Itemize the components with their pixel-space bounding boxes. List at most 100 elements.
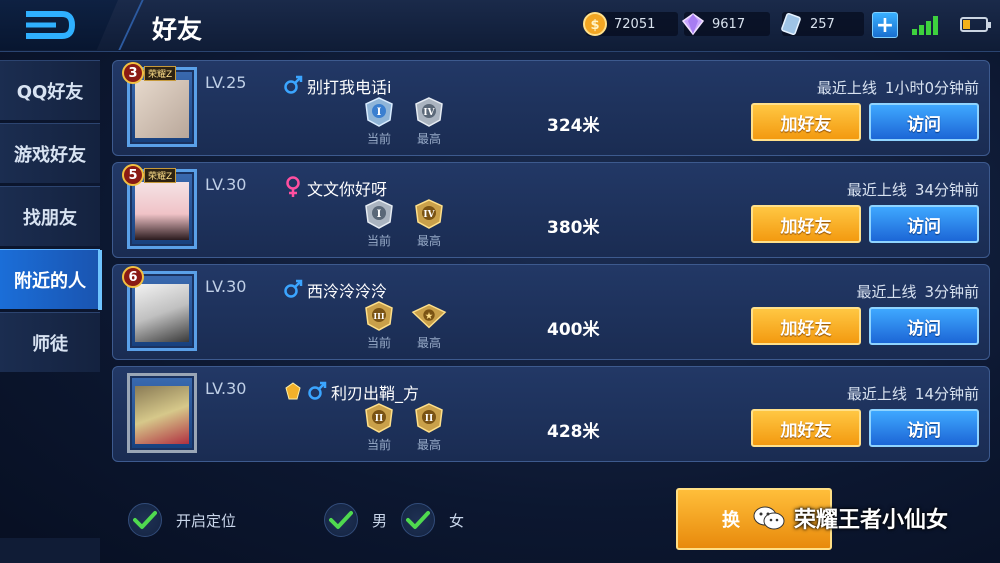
- sidebar-item-game-friends[interactable]: 游戏好友: [0, 123, 100, 183]
- visit-button[interactable]: 访问: [869, 307, 979, 345]
- tier-highest: ★ 最高: [411, 299, 447, 351]
- svg-text:$: $: [590, 18, 599, 33]
- player-level: LV.30: [205, 175, 247, 194]
- tier-current-icon: I: [361, 95, 397, 129]
- rank-badge: 6: [122, 266, 144, 288]
- player-level: LV.30: [205, 379, 247, 398]
- avatar[interactable]: 5 荣耀Z: [122, 164, 197, 249]
- male-checkbox[interactable]: [324, 503, 359, 537]
- player-card: LV.30 利刃出鞘_方 II 当前 II 最高 428米 最近上线 14分钟前…: [112, 366, 990, 462]
- tier-current-label: 当前: [366, 132, 391, 146]
- player-card: 6 LV.30 西泠泠泠泠 III 当前 ★ 最高 400米 最近上线 3分钟前…: [112, 264, 990, 360]
- last-online: 最近上线 14分钟前: [847, 383, 979, 404]
- gold-amount: 72051: [614, 16, 656, 32]
- visit-button[interactable]: 访问: [869, 103, 979, 141]
- rank-tiers: I 当前 IV 最高: [361, 197, 447, 249]
- last-online-value: 34分钟前: [914, 181, 979, 199]
- tier-highest-label: 最高: [416, 336, 441, 350]
- sidebar-item-nearby[interactable]: 附近的人: [0, 249, 102, 310]
- diamond-counter: 9617: [681, 12, 770, 36]
- visit-button[interactable]: 访问: [869, 409, 979, 447]
- frame-tag: 荣耀Z: [144, 66, 177, 81]
- last-online-value: 1小时0分钟前: [884, 79, 979, 97]
- vip-icon: [283, 381, 303, 401]
- player-level: LV.25: [205, 73, 247, 92]
- tier-current: II 当前: [361, 401, 397, 453]
- add-friend-button[interactable]: 加好友: [751, 307, 861, 345]
- top-bar: 好友 $ 72051 9617 257 +: [0, 0, 1000, 52]
- last-online: 最近上线 34分钟前: [847, 179, 979, 200]
- male-icon: [283, 279, 303, 299]
- ticket-icon: [781, 12, 801, 36]
- battery-icon: [960, 17, 991, 32]
- ticket-counter: 257: [781, 12, 864, 36]
- sidebar: QQ好友 游戏好友 找朋友 附近的人 师徒: [0, 60, 102, 563]
- last-online-label: 最近上线: [856, 283, 917, 301]
- tier-highest-icon: IV: [411, 197, 447, 231]
- svg-text:I: I: [377, 107, 382, 118]
- add-friend-button[interactable]: 加好友: [751, 205, 861, 243]
- tier-highest: IV 最高: [411, 95, 447, 147]
- filter-bar: 开启定位 男 女: [128, 502, 464, 538]
- avatar[interactable]: 3 荣耀Z: [122, 62, 197, 147]
- last-online-label: 最近上线: [846, 181, 907, 199]
- rank-tiers: III 当前 ★ 最高: [361, 299, 447, 351]
- sidebar-item-find-friends[interactable]: 找朋友: [0, 186, 100, 246]
- female-checkbox[interactable]: [401, 503, 436, 537]
- avatar[interactable]: [127, 373, 197, 453]
- svg-text:III: III: [373, 311, 384, 321]
- gold-counter: $ 72051: [583, 12, 678, 36]
- sidebar-footer: [0, 538, 100, 563]
- checkmark-icon: [133, 511, 157, 529]
- tier-current-icon: I: [361, 197, 397, 231]
- last-online-label: 最近上线: [816, 79, 877, 97]
- avatar-image: [135, 284, 189, 342]
- last-online-label: 最近上线: [846, 385, 907, 403]
- male-label: 男: [372, 511, 388, 530]
- male-icon: [283, 75, 303, 95]
- tier-highest-label: 最高: [416, 438, 441, 452]
- last-online-value: 3分钟前: [924, 283, 979, 301]
- last-online: 最近上线 3分钟前: [856, 281, 979, 302]
- sidebar-item-qq-friends[interactable]: QQ好友: [0, 60, 100, 120]
- back-arrow-icon: [26, 11, 75, 39]
- svg-text:I: I: [377, 209, 382, 220]
- player-card: 5 荣耀Z LV.30 文文你好呀 I 当前 IV 最高 380米 最近上线 3…: [112, 162, 990, 258]
- visit-button[interactable]: 访问: [869, 205, 979, 243]
- signal-icon: [912, 15, 938, 35]
- checkmark-icon: [329, 511, 354, 529]
- tier-highest: II 最高: [411, 401, 447, 453]
- male-icon: [307, 381, 327, 401]
- wechat-icon: [753, 506, 785, 530]
- location-label: 开启定位: [176, 511, 237, 530]
- location-checkbox[interactable]: [128, 503, 162, 537]
- female-icon: [283, 176, 303, 197]
- player-level: LV.30: [205, 277, 247, 296]
- checkmark-icon: [406, 511, 431, 529]
- add-friend-button[interactable]: 加好友: [751, 103, 861, 141]
- avatar-image: [135, 182, 189, 240]
- rank-badge: 3: [122, 62, 144, 84]
- add-friend-button[interactable]: 加好友: [751, 409, 861, 447]
- distance: 380米: [547, 218, 600, 238]
- watermark-text: 荣耀王者小仙女: [794, 508, 949, 533]
- gold-coin-icon: $: [583, 12, 607, 36]
- tier-current-label: 当前: [366, 438, 391, 452]
- add-currency-button[interactable]: +: [872, 12, 898, 38]
- tier-current-icon: III: [361, 299, 397, 333]
- change-batch-label: 换: [722, 510, 740, 531]
- tier-highest-label: 最高: [416, 234, 441, 248]
- svg-text:★: ★: [425, 311, 434, 322]
- tier-current-icon: II: [361, 401, 397, 435]
- sidebar-item-mentor[interactable]: 师徒: [0, 312, 100, 372]
- tier-current-label: 当前: [366, 234, 391, 248]
- nearby-player-list: 3 荣耀Z LV.25 别打我电话i I 当前 IV 最高 324米 最近上线: [112, 60, 990, 468]
- svg-text:IV: IV: [423, 210, 435, 220]
- avatar[interactable]: 6: [122, 266, 197, 351]
- distance: 428米: [547, 422, 600, 442]
- avatar-image: [135, 386, 189, 444]
- tier-current: III 当前: [361, 299, 397, 351]
- tier-current-label: 当前: [366, 336, 391, 350]
- last-online-value: 14分钟前: [914, 385, 979, 403]
- svg-text:IV: IV: [423, 108, 435, 118]
